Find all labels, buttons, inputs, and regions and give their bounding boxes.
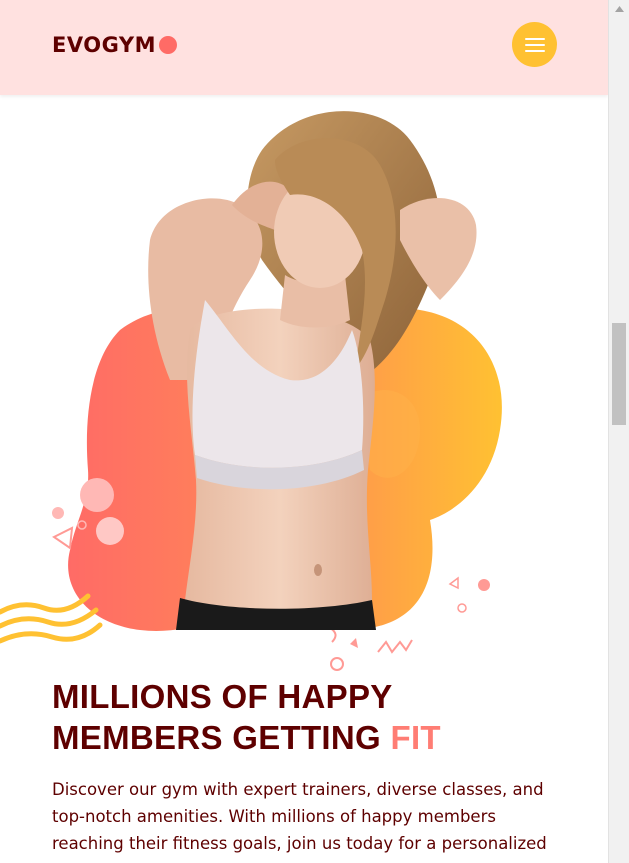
headline-line-1: MILLIONS OF HAPPY bbox=[52, 678, 393, 715]
hamburger-menu-icon bbox=[524, 37, 545, 52]
circle-icon bbox=[80, 478, 114, 512]
wave-icon bbox=[0, 607, 99, 629]
logo[interactable]: EVOGYM bbox=[52, 33, 177, 57]
circle-icon bbox=[478, 579, 490, 591]
menu-button[interactable] bbox=[512, 22, 557, 67]
triangle-icon bbox=[448, 576, 459, 590]
circle-icon bbox=[457, 603, 467, 613]
arrow-up-icon bbox=[614, 5, 624, 12]
navbar: EVOGYM bbox=[0, 0, 608, 95]
zigzag-icon bbox=[377, 639, 413, 654]
headline-line-2: MEMBERS GETTING bbox=[52, 719, 391, 756]
page: EVOGYM MILLIONS OF HAPPY MEMBERS GETTING… bbox=[0, 0, 608, 863]
scrollbar[interactable] bbox=[608, 0, 629, 863]
circle-icon bbox=[330, 657, 344, 671]
logo-dot bbox=[158, 36, 177, 54]
scroll-up-button[interactable] bbox=[609, 0, 629, 17]
headline-accent: FIT bbox=[390, 719, 441, 756]
circle-icon bbox=[96, 517, 124, 545]
hero-section bbox=[0, 95, 608, 675]
wave-icon bbox=[329, 627, 337, 643]
hero-graphic bbox=[0, 111, 502, 671]
hero-headline: MILLIONS OF HAPPY MEMBERS GETTING FIT bbox=[52, 676, 572, 758]
circle-icon bbox=[52, 507, 64, 519]
scrollbar-thumb[interactable] bbox=[612, 323, 626, 425]
intro-paragraph: Discover our gym with expert trainers, d… bbox=[52, 780, 547, 853]
triangle-icon bbox=[52, 526, 74, 550]
wave-icon bbox=[0, 622, 103, 644]
triangle-icon bbox=[350, 638, 358, 648]
wave-icon bbox=[0, 593, 91, 615]
logo-text: EVOGYM bbox=[52, 33, 156, 57]
